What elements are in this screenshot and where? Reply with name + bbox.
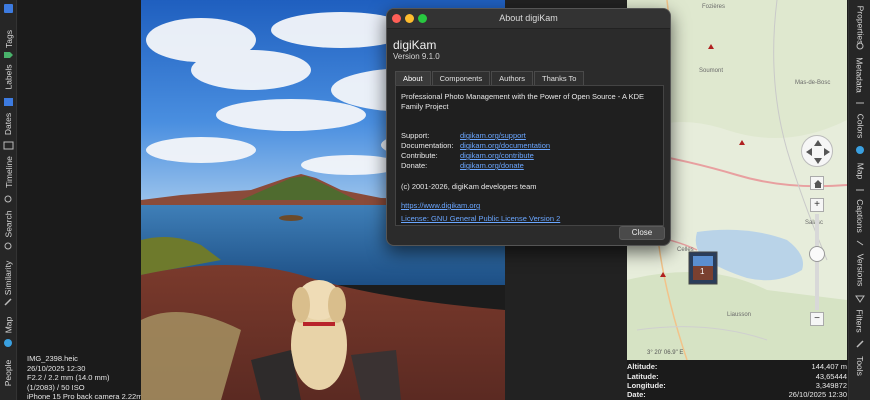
- pen-icon: [4, 298, 12, 306]
- date-row: Date: 26/10/2025 12:30: [627, 390, 847, 400]
- map-coordinate-readout: 3° 20' 06.9" E: [647, 350, 684, 356]
- timeline-icon: [3, 141, 14, 150]
- app-version: Version 9.1.0: [393, 52, 440, 61]
- donate-label: Donate:: [401, 161, 428, 170]
- zoom-slider-handle[interactable]: [809, 246, 825, 262]
- support-link[interactable]: digikam.org/support: [460, 131, 526, 140]
- info-icon: [856, 42, 864, 50]
- map-info-panel: Altitude: 144,407 m Latitude: 43,65444 L…: [627, 360, 847, 400]
- tab-thanks-to[interactable]: Thanks To: [534, 71, 585, 85]
- map-place-label: Liausson: [727, 312, 752, 318]
- left-sidebar-tabs: Tags Labels Dates Timeline Search Simila…: [0, 0, 17, 400]
- versions-icon: [856, 240, 864, 246]
- altitude-label: Altitude:: [627, 362, 658, 371]
- contribute-link[interactable]: digikam.org/contribute: [460, 151, 534, 160]
- documentation-label: Documentation:: [401, 141, 454, 150]
- digikam-window: Tags Labels Dates Timeline Search Simila…: [0, 0, 870, 400]
- pan-arrows-icon: [806, 140, 830, 164]
- tab-about[interactable]: About: [395, 71, 431, 85]
- about-pane: Professional Photo Management with the P…: [395, 85, 664, 226]
- globe-icon: [856, 146, 864, 154]
- svg-text:1: 1: [700, 267, 705, 276]
- zoom-slider-track[interactable]: [815, 214, 819, 310]
- altitude-row: Altitude: 144,407 m: [627, 362, 847, 372]
- right-sidebar-tabs: Properties Metadata Colors Map Captions …: [848, 0, 870, 400]
- documentation-link[interactable]: digikam.org/documentation: [460, 141, 550, 150]
- similarity-icon: [4, 242, 12, 250]
- dialog-titlebar: About digiKam: [387, 9, 670, 29]
- map-place-label: Fozières: [702, 4, 726, 10]
- contribute-label: Contribute:: [401, 151, 438, 160]
- latitude-value: 43,65444: [815, 372, 847, 381]
- calendar-icon: [4, 98, 13, 106]
- filter-icon: [855, 295, 865, 303]
- dialog-tabs: About Components Authors Thanks To: [395, 71, 585, 85]
- map-place-label: Mas-de-Bosc: [795, 80, 831, 86]
- longitude-label: Longitude:: [627, 381, 666, 390]
- right-tab-icons: [855, 42, 865, 348]
- globe-icon: [4, 339, 12, 347]
- tab-components[interactable]: Components: [431, 71, 491, 85]
- close-button[interactable]: Close: [619, 226, 665, 240]
- date-value: 26/10/2025 12:30: [788, 390, 847, 399]
- app-description: Professional Photo Management with the P…: [401, 92, 645, 111]
- tools-icon: [856, 340, 864, 348]
- map-place-label: Soumont: [699, 68, 724, 74]
- date-label: Date:: [627, 390, 646, 399]
- home-icon: [814, 180, 822, 188]
- app-name: digiKam: [393, 38, 437, 52]
- license-link[interactable]: License: GNU General Public License Vers…: [401, 214, 560, 223]
- dialog-title: About digiKam: [499, 13, 558, 23]
- about-dialog: About digiKam digiKam Version 9.1.0 Abou…: [386, 8, 671, 246]
- website-link[interactable]: https://www.digikam.org: [401, 201, 480, 210]
- map-place-label: Celles: [677, 247, 694, 253]
- map-pan-control[interactable]: [801, 135, 833, 167]
- tag-icon: [4, 4, 13, 13]
- left-tab-icons: [3, 4, 14, 347]
- latitude-label: Latitude:: [627, 372, 659, 381]
- map-place-label: Salasc: [805, 220, 824, 226]
- label-icon: [4, 52, 13, 58]
- search-icon: [4, 195, 12, 203]
- thumbnail-area: [18, 0, 141, 400]
- donate-link[interactable]: digikam.org/donate: [460, 161, 524, 170]
- home-button[interactable]: [810, 176, 824, 190]
- support-label: Support:: [401, 131, 430, 140]
- tab-authors[interactable]: Authors: [491, 71, 533, 85]
- longitude-value: 3,349872: [815, 381, 847, 390]
- zoom-in-button[interactable]: +: [810, 198, 824, 212]
- zoom-out-button[interactable]: −: [810, 312, 824, 326]
- copyright-text: (c) 2001-2026, digiKam developers team: [401, 182, 537, 191]
- altitude-value: 144,407 m: [811, 362, 847, 371]
